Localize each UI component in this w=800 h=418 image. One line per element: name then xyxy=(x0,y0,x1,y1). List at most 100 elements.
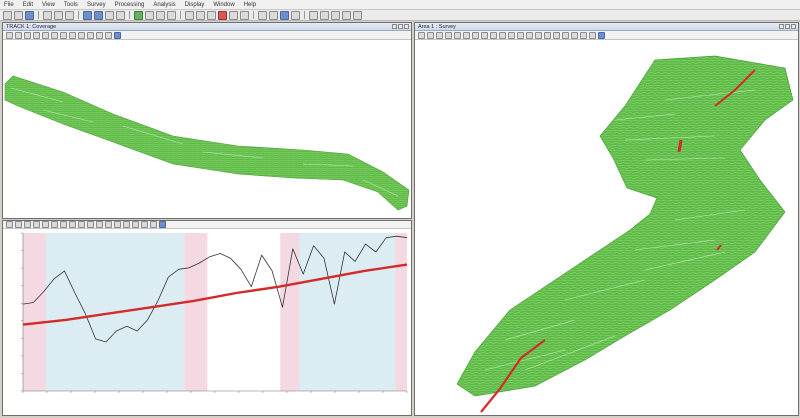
flag-icon[interactable] xyxy=(141,221,148,228)
redo-icon[interactable] xyxy=(571,31,578,39)
measure-icon[interactable] xyxy=(132,221,139,228)
chart-icon[interactable] xyxy=(42,221,49,228)
flag-icon[interactable] xyxy=(207,10,216,20)
copy-icon[interactable] xyxy=(54,10,63,20)
zoom-out-icon[interactable] xyxy=(94,10,103,20)
zoom-in-icon[interactable] xyxy=(6,221,13,228)
menu-window[interactable]: Window xyxy=(213,2,234,8)
profile-icon[interactable] xyxy=(156,10,165,20)
menu-analysis[interactable]: Analysis xyxy=(153,2,175,8)
profile-window[interactable] xyxy=(2,220,412,416)
search-icon[interactable] xyxy=(114,31,121,39)
help-icon[interactable] xyxy=(589,31,596,39)
refresh-icon[interactable] xyxy=(258,10,267,20)
refresh-icon[interactable] xyxy=(105,31,112,39)
menu-survey[interactable]: Survey xyxy=(87,2,106,8)
undo-icon[interactable] xyxy=(229,10,238,20)
select-icon[interactable] xyxy=(116,10,125,20)
flag-icon[interactable] xyxy=(580,31,587,39)
export-icon[interactable] xyxy=(60,221,67,228)
window-titlebar[interactable]: Area 1 : Survey xyxy=(415,23,798,31)
search-icon[interactable] xyxy=(159,221,166,228)
pan-icon[interactable] xyxy=(436,31,443,39)
edit-icon[interactable] xyxy=(196,10,205,20)
maximize-icon[interactable] xyxy=(785,24,790,29)
table-icon[interactable] xyxy=(320,10,329,20)
help-icon[interactable] xyxy=(150,221,157,228)
coverage-map-right[interactable] xyxy=(415,40,798,415)
settings-icon[interactable] xyxy=(96,31,103,39)
menu-display[interactable]: Display xyxy=(185,2,205,8)
grid-icon[interactable] xyxy=(454,31,461,39)
menu-tools[interactable]: Tools xyxy=(64,2,78,8)
grid-icon[interactable] xyxy=(51,221,58,228)
pan-icon[interactable] xyxy=(24,221,31,228)
filter-icon[interactable] xyxy=(185,10,194,20)
close-icon[interactable] xyxy=(791,24,796,29)
stop-icon[interactable] xyxy=(291,10,300,20)
minimize-icon[interactable] xyxy=(392,24,397,29)
paste-icon[interactable] xyxy=(65,10,74,20)
zoom-out-icon[interactable] xyxy=(15,221,22,228)
redo-icon[interactable] xyxy=(114,221,121,228)
measure-icon[interactable] xyxy=(481,31,488,39)
profile-icon[interactable] xyxy=(472,31,479,39)
print-icon[interactable] xyxy=(331,10,340,20)
print-icon[interactable] xyxy=(69,221,76,228)
maximize-icon[interactable] xyxy=(398,24,403,29)
filter-icon[interactable] xyxy=(499,31,506,39)
grid-icon[interactable] xyxy=(145,10,154,20)
coverage-map-top[interactable] xyxy=(3,40,411,218)
edit-icon[interactable] xyxy=(78,31,85,39)
zoom-in-icon[interactable] xyxy=(83,10,92,20)
select-icon[interactable] xyxy=(33,31,40,39)
zoom-out-icon[interactable] xyxy=(427,31,434,39)
table-icon[interactable] xyxy=(535,31,542,39)
layer-icon[interactable] xyxy=(51,31,58,39)
filter-icon[interactable] xyxy=(87,31,94,39)
measure-icon[interactable] xyxy=(69,31,76,39)
map-window-right[interactable]: Area 1 : Survey xyxy=(414,22,799,416)
chart-icon[interactable] xyxy=(309,10,318,20)
cut-icon[interactable] xyxy=(43,10,52,20)
refresh-icon[interactable] xyxy=(517,31,524,39)
filter-icon[interactable] xyxy=(87,221,94,228)
settings-icon[interactable] xyxy=(78,221,85,228)
redo-icon[interactable] xyxy=(240,10,249,20)
close-icon[interactable] xyxy=(404,24,409,29)
pan-icon[interactable] xyxy=(105,10,114,20)
map-window-top[interactable]: TRACK 1: Coverage xyxy=(2,22,412,219)
menu-edit[interactable]: Edit xyxy=(23,2,33,8)
search-icon[interactable] xyxy=(598,31,605,39)
edit-icon[interactable] xyxy=(96,221,103,228)
menu-file[interactable]: File xyxy=(4,2,14,8)
undo-icon[interactable] xyxy=(562,31,569,39)
help-icon[interactable] xyxy=(353,10,362,20)
print-icon[interactable] xyxy=(553,31,560,39)
delete-icon[interactable] xyxy=(218,10,227,20)
export-icon[interactable] xyxy=(544,31,551,39)
grid-icon[interactable] xyxy=(42,31,49,39)
settings-icon[interactable] xyxy=(269,10,278,20)
menu-processing[interactable]: Processing xyxy=(115,2,145,8)
edit-icon[interactable] xyxy=(490,31,497,39)
settings-icon[interactable] xyxy=(508,31,515,39)
layer-icon[interactable] xyxy=(134,10,143,20)
save-icon[interactable] xyxy=(25,10,34,20)
refresh-icon[interactable] xyxy=(123,221,130,228)
menu-view[interactable]: View xyxy=(42,2,55,8)
select-icon[interactable] xyxy=(33,221,40,228)
zoom-out-icon[interactable] xyxy=(15,31,22,39)
pan-icon[interactable] xyxy=(24,31,31,39)
zoom-in-icon[interactable] xyxy=(6,31,13,39)
chart-icon[interactable] xyxy=(526,31,533,39)
new-icon[interactable] xyxy=(3,10,12,20)
open-icon[interactable] xyxy=(14,10,23,20)
play-icon[interactable] xyxy=(280,10,289,20)
window-titlebar[interactable]: TRACK 1: Coverage xyxy=(3,23,411,31)
minimize-icon[interactable] xyxy=(779,24,784,29)
select-icon[interactable] xyxy=(445,31,452,39)
measure-icon[interactable] xyxy=(167,10,176,20)
undo-icon[interactable] xyxy=(105,221,112,228)
menu-help[interactable]: Help xyxy=(244,2,256,8)
